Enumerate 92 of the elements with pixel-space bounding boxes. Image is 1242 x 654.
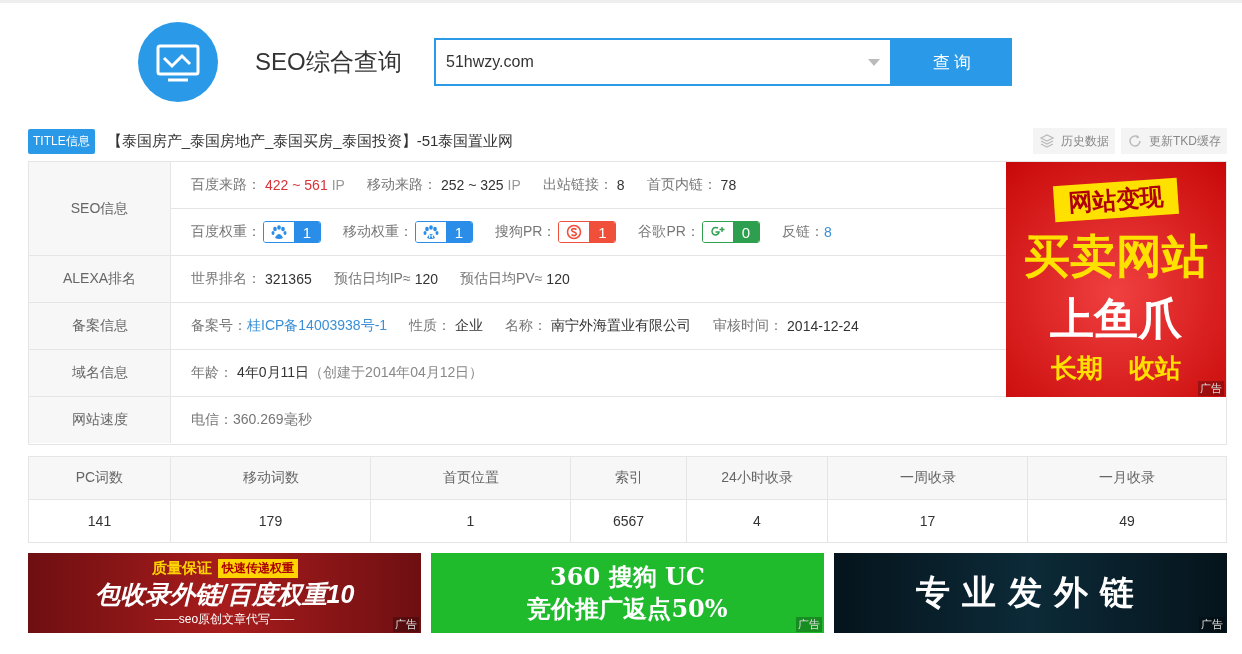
table-cell: 179 [171,500,371,542]
page-title: SEO综合查询 [255,47,403,77]
row-label: SEO信息 [29,162,171,255]
table-cell: 141 [29,500,171,542]
table-cell-text: 49 [1118,512,1136,531]
rank-badge: 1 [415,221,473,243]
field-value: 360.269毫秒 [233,411,312,429]
field-value[interactable]: 桂ICP备14003938号-1 [247,317,388,335]
column-header: 一周收录 [828,457,1028,499]
field-label: 首页内链： [646,176,717,194]
ad-text: ——seo原创文章代写—— [154,610,295,628]
field-value: 422 ~ 561 [265,177,328,193]
search-field[interactable]: 51hwzy.com [434,38,892,86]
ad-tag: 广告 [796,617,822,632]
caret-down-icon[interactable] [868,59,880,66]
paw-icon [423,224,439,240]
table-cell: 1 [371,500,571,542]
field-value: 2014-12-24 [787,318,859,334]
table-cell: 17 [828,500,1028,542]
field-label: 反链： [781,223,824,241]
ad-headline: 专业发外链 [915,572,1146,613]
column-header: PC词数 [29,457,171,499]
table-cell: 6567 [571,500,687,542]
site-title-text: 【泰国房产_泰国房地产_泰国买房_泰国投资】-51泰国置业网 [106,131,514,151]
ad-text: 收站 [1129,352,1182,385]
column-header: 索引 [571,457,687,499]
field-label: 备案号： [191,317,247,335]
stack-icon [1039,133,1055,149]
ad-tag: 广告 [1199,617,1225,632]
ad-headline: 竞价推广返点50% [527,593,728,625]
ad-text: 长期 [1051,352,1104,385]
column-header: 24小时收录 [687,457,828,499]
field-value: 120 [546,271,570,287]
field-label: 移动来路： [366,176,437,194]
table-cell: 4 [687,500,828,542]
column-header: 一月收录 [1098,468,1156,487]
paw-icon [271,224,287,240]
ad-tag: 广告 [393,617,419,632]
field-value: 120 [414,271,438,287]
ad-banner[interactable]: 专业发外链 广告 [834,553,1227,633]
row-label: 网站速度 [29,397,171,443]
ad-headline: 网站变现 [1053,177,1180,223]
field-value: 321365 [265,271,312,287]
field-label: 出站链接： [542,176,613,194]
unit-label: IP [331,177,345,193]
rank-badge: 1 [558,221,617,243]
rank-badge: 0 [701,221,760,243]
ad-text: 质量保证 [151,558,212,578]
field-label: 移动权重： [343,223,413,241]
unit-label: IP [507,177,521,193]
ad-banner[interactable]: 质量保证 快速传递权重 包收录外链/百度权重10 ——seo原创文章代写—— 广告 [28,553,421,633]
refresh-cache-button[interactable]: 更新TKD缓存 [1121,128,1227,154]
query-button[interactable]: 查 询 [892,38,1012,86]
row-label: ALEXA排名 [29,256,171,302]
refresh-icon [1127,133,1143,149]
field-label: 审核时间： [713,317,784,335]
ad-headline: 上鱼爪 [1050,293,1183,345]
field-label: 谷歌PR： [638,223,700,241]
ad-banner[interactable]: 网站变现 买卖网站 上鱼爪 长期 收站 广告 [1006,162,1226,397]
field-label: 年龄： [191,364,233,382]
title-badge: TITLE信息 [28,128,95,154]
field-label: 预估日均PV≈ [460,270,543,288]
field-value: 南宁外海置业有限公司 [551,317,692,335]
logo-icon [138,22,218,102]
ad-headline: 买卖网站 [1024,229,1209,284]
field-label: 世界排名： [191,270,261,288]
field-value: 4年0月11日 [237,364,310,382]
field-label: 预估日均IP≈ [333,270,411,288]
ad-banner[interactable]: 360 搜狗 UC 竞价推广返点50% 广告 [431,553,824,633]
history-data-button[interactable]: 历史数据 [1033,128,1115,154]
field-value: 78 [720,177,737,193]
field-value: 企业 [455,317,484,335]
row-label: 域名信息 [29,350,171,396]
ad-headline: 360 搜狗 UC [550,561,705,593]
rank-badge: 1 [263,221,321,243]
field-value: 252 ~ 325 [440,177,504,193]
field-label: 百度来路： [191,176,261,194]
ad-headline: 包收录外链/百度权重10 [94,578,355,610]
field-label: 电信： [191,411,233,429]
field-value: 8 [616,177,625,193]
field-label: 名称： [505,317,548,335]
ad-tag: 广告 [1198,381,1224,396]
field-value[interactable]: 8 [823,224,832,240]
s-circle-icon [566,224,583,240]
column-header: 移动词数 [171,457,371,499]
field-label: 百度权重： [191,223,261,241]
column-header: 首页位置 [371,457,571,499]
ad-text: 快速传递权重 [217,558,298,578]
row-label: 备案信息 [29,303,171,349]
date-note: （创建于2014年04月12日） [309,364,484,382]
field-label: 性质： [409,317,452,335]
field-label: 搜狗PR： [495,223,557,241]
